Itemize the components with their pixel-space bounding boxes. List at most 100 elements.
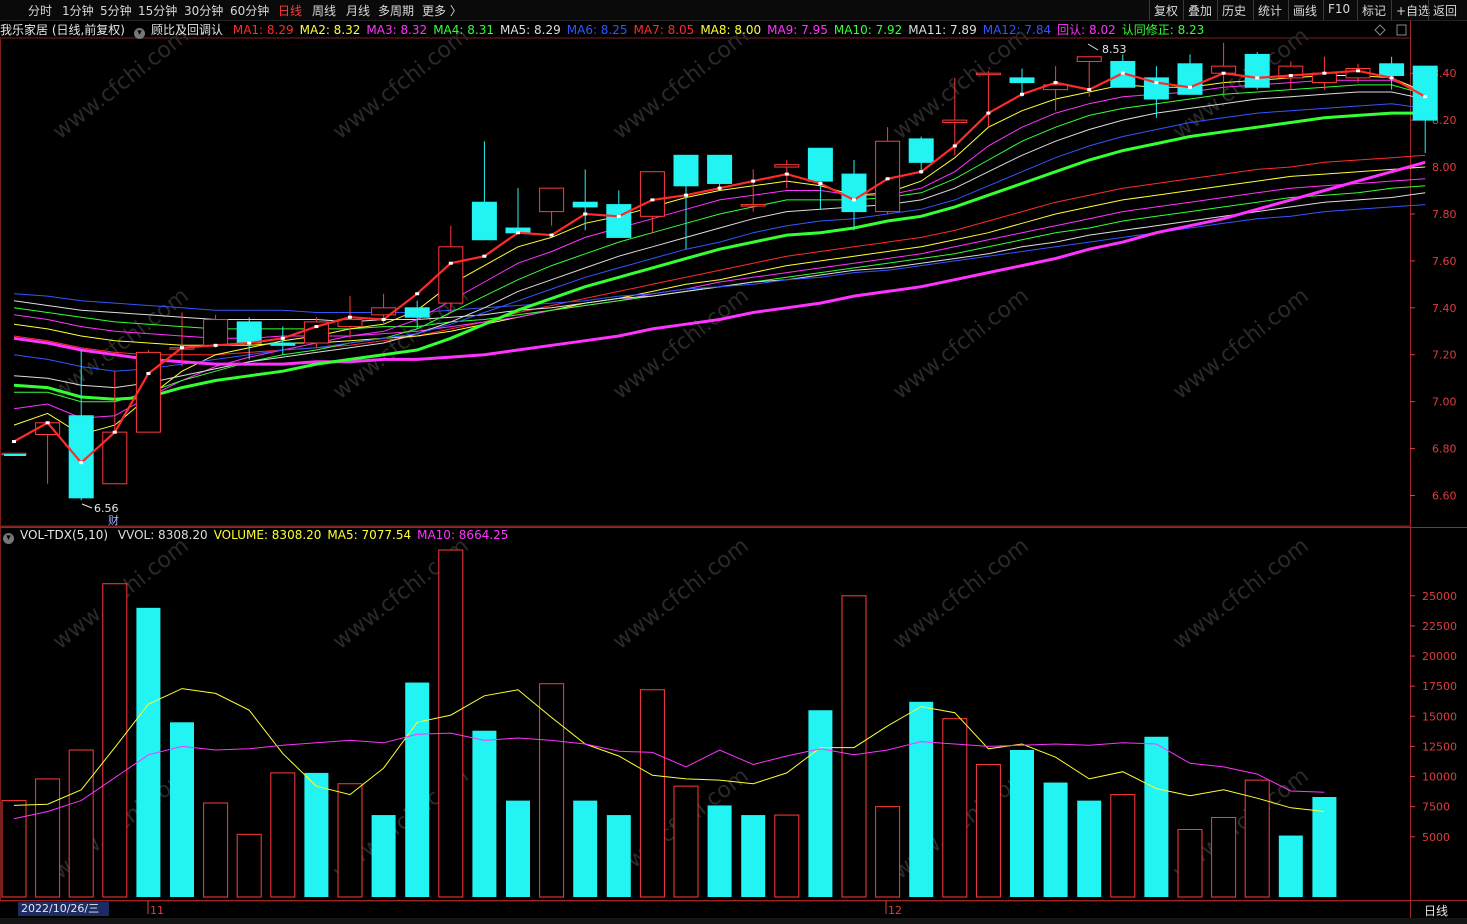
volume-tick-label: 7500 <box>1422 801 1450 814</box>
stock-title: 我乐家居 (日线,前复权) <box>0 23 125 37</box>
volume-bar-up <box>1211 816 1237 898</box>
volume-bar-up <box>539 683 565 898</box>
window-icon <box>1396 24 1407 36</box>
watermark-text: www.cfchi.com <box>608 533 753 654</box>
volume-bar-up <box>236 833 262 898</box>
volume-bar-up <box>841 595 867 898</box>
volume-bar-up <box>35 778 61 898</box>
candle-down <box>1009 77 1035 84</box>
volume-value-0: VVOL: 8308.20 <box>117 528 208 542</box>
volume-bar-up <box>68 749 94 898</box>
volume-bar-down <box>808 710 833 897</box>
volume-bar-down <box>506 800 530 897</box>
candle-down <box>1177 63 1203 95</box>
volume-tick-label: 15000 <box>1422 710 1457 723</box>
price-tick-label: 7.80 <box>1432 208 1457 221</box>
volume-tick-label: 20000 <box>1422 650 1457 663</box>
volume-bar-up <box>1110 794 1136 898</box>
watermark-text: www.cfchi.com <box>48 23 193 144</box>
volume-bar-up <box>975 763 1001 898</box>
candle-up <box>975 72 1001 76</box>
volume-tick-label: 17500 <box>1422 680 1457 693</box>
ma1-dot <box>1288 74 1293 78</box>
candle-down <box>572 201 598 208</box>
price-tick-label: 7.20 <box>1432 349 1457 362</box>
volume-value-2: MA5: 7077.54 <box>327 528 412 542</box>
ma1-dot <box>1322 71 1327 75</box>
ma1-dot <box>247 341 252 345</box>
volume-bar-down <box>707 805 732 897</box>
price-tick-label: 7.40 <box>1432 302 1457 315</box>
volume-bar-down <box>1144 736 1169 897</box>
volume-value-3: MA10: 8664.25 <box>417 528 509 542</box>
indicator-value-10: MA11: 7.89 <box>908 23 977 37</box>
candle-up <box>539 187 565 213</box>
price-tick-label: 8.00 <box>1432 161 1457 174</box>
ma-fast-line-0 <box>13 69 1426 465</box>
ma1-dot <box>1221 71 1226 75</box>
indicator-value-3: MA4: 8.31 <box>433 23 494 37</box>
volume-formula-name[interactable]: VOL-TDX(5,10) <box>20 528 108 542</box>
volume-bar-up <box>1 800 27 898</box>
candle-up <box>740 204 766 207</box>
indicator-value-0: MA1: 8.29 <box>232 23 294 37</box>
ma1-dot <box>885 177 890 181</box>
formula-name[interactable]: 顾比及回调认 <box>151 23 223 37</box>
indicator-value-8: MA9: 7.95 <box>767 23 828 37</box>
indicator-value-1: MA2: 8.32 <box>299 23 361 37</box>
volume-bar-down <box>1010 750 1034 897</box>
candle-up <box>639 171 665 217</box>
ma1-dot <box>684 193 688 197</box>
bottom-tab-strip <box>0 918 1467 924</box>
ma1-dot <box>1120 71 1125 75</box>
volume-bar-down <box>909 701 934 897</box>
chart-canvas[interactable]: 8.408.208.007.807.607.407.207.006.806.60… <box>0 0 1467 924</box>
candle-down <box>471 201 497 241</box>
volume-tick-label: 25000 <box>1422 590 1457 603</box>
indicator-value-12: 回认: 8.02 <box>1057 23 1116 37</box>
watermark-text: www.cfchi.com <box>608 283 753 404</box>
volume-bar-down <box>405 682 430 897</box>
main-indicator-row: 我乐家居 (日线,前复权) ▾ 顾比及回调认 MA1: 8.29 MA2: 8.32 M… <box>0 21 1210 39</box>
candle-down <box>1379 63 1405 77</box>
indicator-value-11: MA12: 7.84 <box>982 23 1052 37</box>
ma1-dot <box>616 214 621 218</box>
candle-down <box>1244 53 1270 88</box>
ma1-dot <box>1356 69 1360 73</box>
volume-indicator-menu-icon[interactable]: ▾ <box>3 533 14 544</box>
high-annotation-arrow <box>1087 43 1099 51</box>
volume-bar-down <box>371 815 396 897</box>
indicator-value-2: MA3: 8.32 <box>366 23 428 37</box>
candle-up <box>774 164 800 168</box>
watermark-text: www.cfchi.com <box>1168 283 1313 404</box>
price-tick-label: 7.60 <box>1432 255 1457 268</box>
volume-bar-down <box>573 800 598 897</box>
indicator-value-4: MA5: 8.29 <box>499 23 561 37</box>
candle-up <box>942 119 968 123</box>
volume-indicator-row: ▾ VOL-TDX(5,10) VVOL: 8308.20 VOLUME: 8308… <box>0 528 514 546</box>
ma1-dot <box>280 336 285 340</box>
volume-bar-up <box>438 549 464 898</box>
indicator-menu-icon[interactable]: ▾ <box>134 28 145 39</box>
ma1-dot <box>415 292 420 296</box>
candle-down <box>270 342 296 346</box>
ma1-dot <box>381 318 386 322</box>
price-tick-label: 7.00 <box>1432 396 1457 409</box>
ma1-dot <box>1087 88 1092 92</box>
volume-bar-down <box>741 815 766 897</box>
volume-bar-up <box>639 689 665 898</box>
watermark-text: www.cfchi.com <box>888 283 1033 404</box>
candle-up <box>1076 56 1102 62</box>
indicator-value-9: MA10: 7.92 <box>833 23 903 37</box>
volume-ma5-line <box>13 688 1325 812</box>
ma1-dot <box>448 261 453 265</box>
watermark-text: www.cfchi.com <box>608 23 753 144</box>
volume-bar-up <box>774 814 800 898</box>
volume-bar-down <box>1077 800 1102 897</box>
volume-bar-up <box>942 718 968 898</box>
ma1-dot <box>952 144 957 148</box>
volume-bar-down <box>1278 835 1303 897</box>
volume-tick-label: 22500 <box>1422 620 1457 633</box>
volume-bar-down <box>1312 796 1337 897</box>
candle-down <box>673 154 699 187</box>
